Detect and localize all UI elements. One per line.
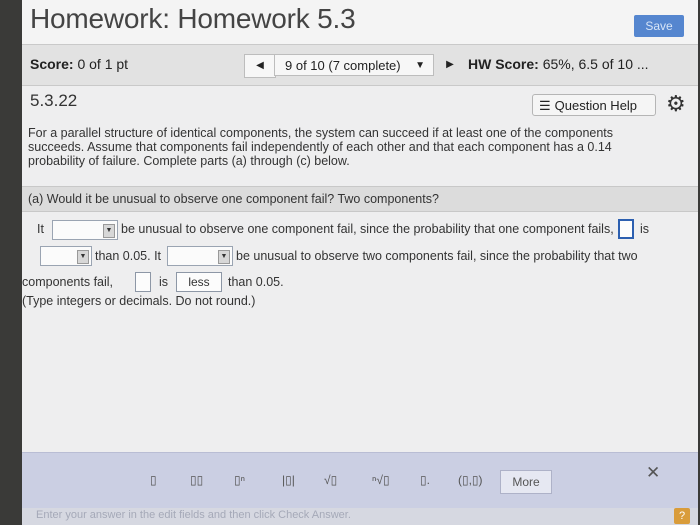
question-select[interactable]: 9 of 10 (7 complete) ▼	[274, 54, 434, 76]
question-help-button[interactable]: ☰ Question Help	[532, 94, 656, 116]
hw-score: HW Score: 65%, 6.5 of 10 ...	[468, 56, 649, 72]
ordered-pair-tool-icon[interactable]: (▯,▯)	[458, 473, 483, 487]
problem-statement: For a parallel structure of identical co…	[28, 126, 614, 168]
math-toolbar: ▯ ▯▯ ▯ⁿ |▯| √▯ ⁿ√▯ ▯. (▯,▯) More ✕	[22, 452, 698, 509]
answer-text-than-2: than 0.05.	[228, 275, 284, 289]
comparison-two-dropdown[interactable]: less	[176, 272, 222, 292]
part-a-text: (a) Would it be unusual to observe one c…	[28, 192, 439, 206]
dropdown-arrow-icon: ▼	[77, 250, 89, 264]
answer-word-is: is	[640, 222, 650, 236]
dropdown-arrow-icon: ▼	[218, 250, 230, 264]
list-icon: ☰	[539, 98, 551, 113]
comparison-one-dropdown[interactable]: ▼	[40, 246, 92, 266]
previous-question-button[interactable]: ◀	[244, 54, 276, 78]
page-title: Homework: Homework 5.3	[30, 3, 356, 34]
unusual-one-dropdown[interactable]: ▼	[52, 220, 118, 240]
fraction-tool-icon[interactable]: ▯	[150, 473, 157, 487]
decimal-tool-icon[interactable]: ▯.	[420, 473, 430, 487]
homework-screen: Homework: Homework 5.3 Save Score: 0 of …	[22, 0, 698, 525]
score-label: Score:	[30, 56, 74, 72]
score-display: Score: 0 of 1 pt	[30, 56, 128, 72]
mixed-number-tool-icon[interactable]: ▯▯	[190, 473, 203, 487]
question-help-label: Question Help	[554, 98, 638, 113]
part-a-prompt: (a) Would it be unusual to observe one c…	[22, 186, 698, 212]
probability-two-input[interactable]	[135, 272, 151, 292]
dropdown-arrow-icon: ▼	[103, 224, 115, 238]
answer-word-is-2: is	[159, 275, 169, 289]
help-icon[interactable]: ?	[674, 508, 690, 524]
hw-score-label: HW Score:	[468, 56, 539, 72]
answer-word-it: It	[37, 222, 44, 236]
answer-text-line1: be unusual to observe one component fail…	[121, 222, 614, 236]
score-value: 0 of 1 pt	[77, 56, 129, 72]
square-root-tool-icon[interactable]: √▯	[324, 473, 337, 487]
probability-one-input[interactable]	[618, 219, 634, 239]
answer-text-than: than 0.05. It	[95, 249, 162, 263]
unusual-two-dropdown[interactable]: ▼	[167, 246, 233, 266]
question-header: 5.3.22 ☰ Question Help ⚙	[22, 86, 698, 122]
gear-icon[interactable]: ⚙	[666, 91, 686, 117]
absolute-value-tool-icon[interactable]: |▯|	[282, 473, 295, 487]
save-button[interactable]: Save	[634, 15, 684, 37]
answer-text-line2: be unusual to observe two components fai…	[236, 249, 638, 263]
next-question-button[interactable]: ▶	[435, 54, 465, 76]
question-number: 5.3.22	[30, 91, 78, 110]
answer-hint: (Type integers or decimals. Do not round…	[22, 294, 256, 308]
chevron-down-icon: ▼	[415, 60, 425, 71]
header-bar: Homework: Homework 5.3 Save	[22, 0, 698, 44]
nth-root-tool-icon[interactable]: ⁿ√▯	[372, 473, 390, 487]
answer-area: It ▼ be unusual to observe one component…	[22, 216, 698, 336]
footer-bar: Enter your answer in the edit fields and…	[22, 508, 698, 525]
exponent-tool-icon[interactable]: ▯ⁿ	[234, 473, 245, 487]
close-icon[interactable]: ✕	[646, 463, 660, 483]
more-tools-button[interactable]: More	[500, 470, 552, 494]
hw-score-value: 65%, 6.5 of 10 ...	[542, 56, 649, 72]
question-select-value: 9 of 10 (7 complete)	[285, 58, 401, 73]
score-bar: Score: 0 of 1 pt ◀ 9 of 10 (7 complete) …	[22, 44, 698, 86]
footer-instruction: Enter your answer in the edit fields and…	[36, 509, 351, 521]
chevron-right-icon: ▶	[446, 59, 454, 70]
answer-text-components: components fail,	[22, 275, 114, 289]
chevron-left-icon: ◀	[256, 60, 264, 71]
